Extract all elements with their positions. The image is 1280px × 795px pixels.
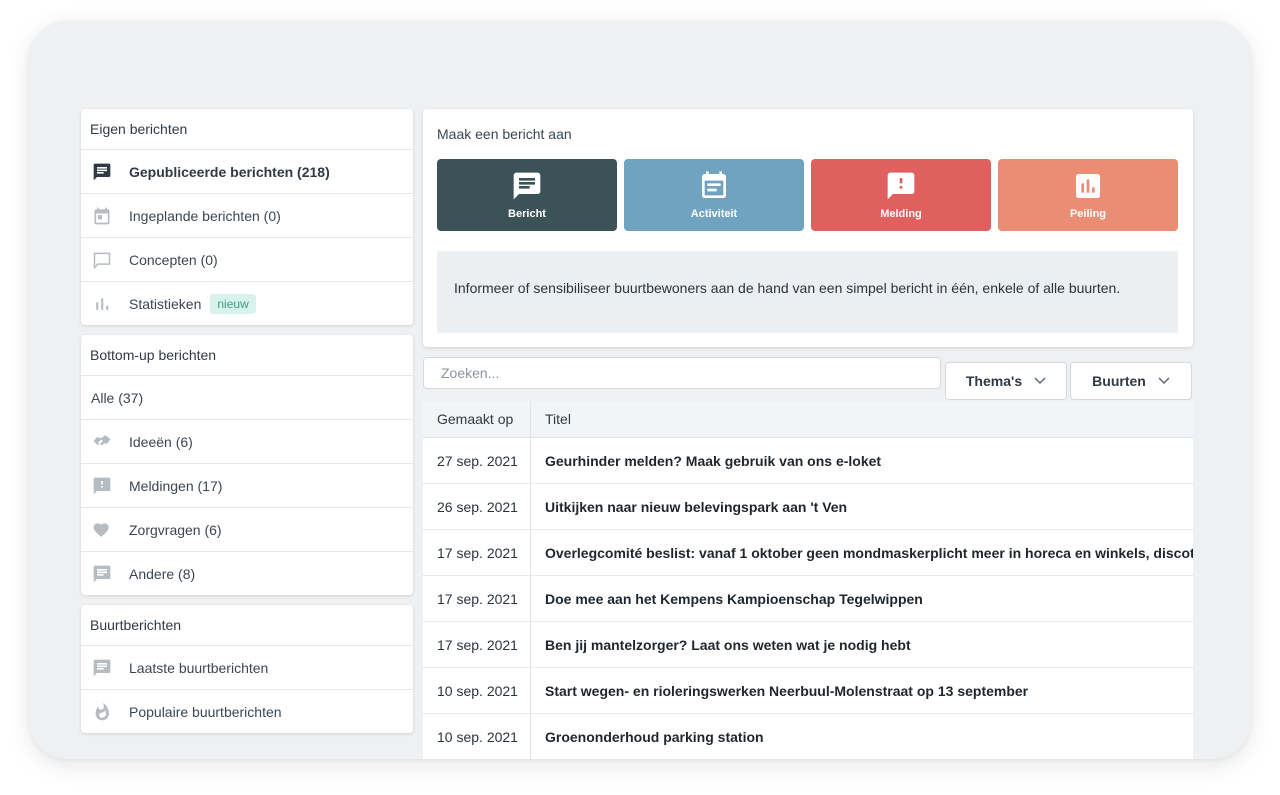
table-row[interactable]: 10 sep. 2021 Groenonderhoud parking stat… [423,713,1193,759]
sidebar-item-label: Andere (8) [129,565,196,582]
alert-icon [91,475,113,497]
table-row[interactable]: 17 sep. 2021 Doe mee aan het Kempens Kam… [423,575,1193,622]
type-button-label: Activiteit [690,208,738,220]
selected-tab-connector [437,231,617,253]
fire-icon [91,701,113,723]
message-icon [91,161,113,183]
sidebar-item-label: Populaire buurtberichten [129,703,282,720]
row-date: 17 sep. 2021 [423,529,531,576]
row-title[interactable]: Overlegcomité beslist: vanaf 1 oktober g… [530,529,1193,576]
compose-title: Maak een bericht aan [437,126,572,142]
row-date: 27 sep. 2021 [423,437,531,484]
neighbourhoods-filter-dropdown[interactable]: Buurten [1070,362,1192,400]
sidebar-item-ideas[interactable]: Ideeën (6) [81,420,413,464]
sidebar-item-statistics[interactable]: Statistieken nieuw [81,282,413,325]
calendar-icon [702,171,726,198]
sidebar-item-published[interactable]: Gepubliceerde berichten (218) [81,150,413,194]
row-date: 26 sep. 2021 [423,483,531,530]
sidebar-item-label: Ideeën (6) [129,433,193,450]
sidebar-item-scheduled[interactable]: Ingeplande berichten (0) [81,194,413,238]
sidebar-item-label: Zorgvragen (6) [129,521,222,538]
sidebar-item-care[interactable]: Zorgvragen (6) [81,508,413,552]
row-title[interactable]: Ben jij mantelzorger? Laat ons weten wat… [530,621,1193,668]
sidebar-item-reports[interactable]: Meldingen (17) [81,464,413,508]
table-row[interactable]: 10 sep. 2021 Start wegen- en rioleringsw… [423,667,1193,714]
sidebar-item-label: Laatste buurtberichten [129,659,269,676]
type-button-message[interactable]: Bericht [437,159,617,231]
own-messages-panel: Eigen berichten Gepubliceerde berichten … [81,109,413,325]
messages-table: Gemaakt op Titel 27 sep. 2021 Geurhinder… [423,401,1193,759]
own-messages-heading: Eigen berichten [81,109,413,150]
column-header-title[interactable]: Titel [530,401,1193,438]
poll-icon [1076,174,1100,198]
type-description-text: Informeer of sensibiliseer buurtbewoners… [454,280,1121,296]
table-row[interactable]: 26 sep. 2021 Uitkijken naar nieuw belevi… [423,483,1193,530]
type-button-label: Bericht [508,208,546,220]
type-button-report[interactable]: Melding [811,159,991,231]
sidebar-item-label: Gepubliceerde berichten (218) [129,163,330,180]
type-button-label: Melding [880,208,922,220]
row-title[interactable]: Geurhinder melden? Maak gebruik van ons … [530,437,1193,484]
row-date: 17 sep. 2021 [423,621,531,668]
table-row[interactable]: 17 sep. 2021 Overlegcomité beslist: vana… [423,529,1193,576]
row-title[interactable]: Uitkijken naar nieuw belevingspark aan '… [530,483,1193,530]
type-description: Informeer of sensibiliseer buurtbewoners… [437,251,1178,333]
themes-filter-dropdown[interactable]: Thema's [945,362,1067,400]
sidebar-item-all[interactable]: Alle (37) [81,376,413,420]
bottomup-panel: Bottom-up berichten Alle (37) Ideeën (6)… [81,335,413,595]
calendar-icon [91,205,113,227]
chevron-down-icon [1034,377,1046,385]
heart-icon [91,519,113,541]
sidebar-item-latest[interactable]: Laatste buurtberichten [81,646,413,690]
compose-card: Maak een bericht aan Bericht Activiteit … [423,109,1193,347]
new-badge: nieuw [210,293,256,314]
type-button-activity[interactable]: Activiteit [624,159,804,231]
message-icon [91,563,113,585]
sidebar-item-label: Concepten (0) [129,251,218,268]
type-button-label: Peiling [1069,208,1107,220]
row-title[interactable]: Groenonderhoud parking station [530,713,1193,759]
search-input[interactable] [423,357,941,389]
bottomup-heading: Bottom-up berichten [81,335,413,376]
neighbourhood-panel: Buurtberichten Laatste buurtberichten Po… [81,605,413,733]
sidebar-item-drafts[interactable]: Concepten (0) [81,238,413,282]
row-date: 10 sep. 2021 [423,713,531,759]
message-icon [91,657,113,679]
sidebar: Eigen berichten Gepubliceerde berichten … [81,109,413,743]
row-date: 17 sep. 2021 [423,575,531,622]
sidebar-item-label: Statistieken [129,295,202,312]
message-icon [513,172,541,200]
neighbourhoods-filter-label: Buurten [1092,373,1146,389]
sidebar-item-popular[interactable]: Populaire buurtberichten [81,690,413,733]
stats-icon [91,293,113,315]
sidebar-item-label: Meldingen (17) [129,477,223,494]
table-row[interactable]: 17 sep. 2021 Ben jij mantelzorger? Laat … [423,621,1193,668]
message-type-selector: Bericht Activiteit Melding Peiling [437,159,1185,231]
column-header-date[interactable]: Gemaakt op [423,401,531,438]
sidebar-item-other[interactable]: Andere (8) [81,552,413,595]
row-title[interactable]: Start wegen- en rioleringswerken Neerbuu… [530,667,1193,714]
neighbourhood-heading: Buurtberichten [81,605,413,646]
table-header-row: Gemaakt op Titel [423,401,1193,438]
chevron-down-icon [1158,377,1170,385]
themes-filter-label: Thema's [965,373,1023,389]
app-window: Eigen berichten Gepubliceerde berichten … [29,21,1251,759]
type-button-poll[interactable]: Peiling [998,159,1178,231]
sidebar-item-label: Ingeplande berichten (0) [129,207,281,224]
draft-icon [91,249,113,271]
table-row[interactable]: 27 sep. 2021 Geurhinder melden? Maak geb… [423,437,1193,484]
alert-icon [887,172,915,200]
handshake-icon [91,431,113,453]
row-date: 10 sep. 2021 [423,667,531,714]
row-title[interactable]: Doe mee aan het Kempens Kampioenschap Te… [530,575,1193,622]
